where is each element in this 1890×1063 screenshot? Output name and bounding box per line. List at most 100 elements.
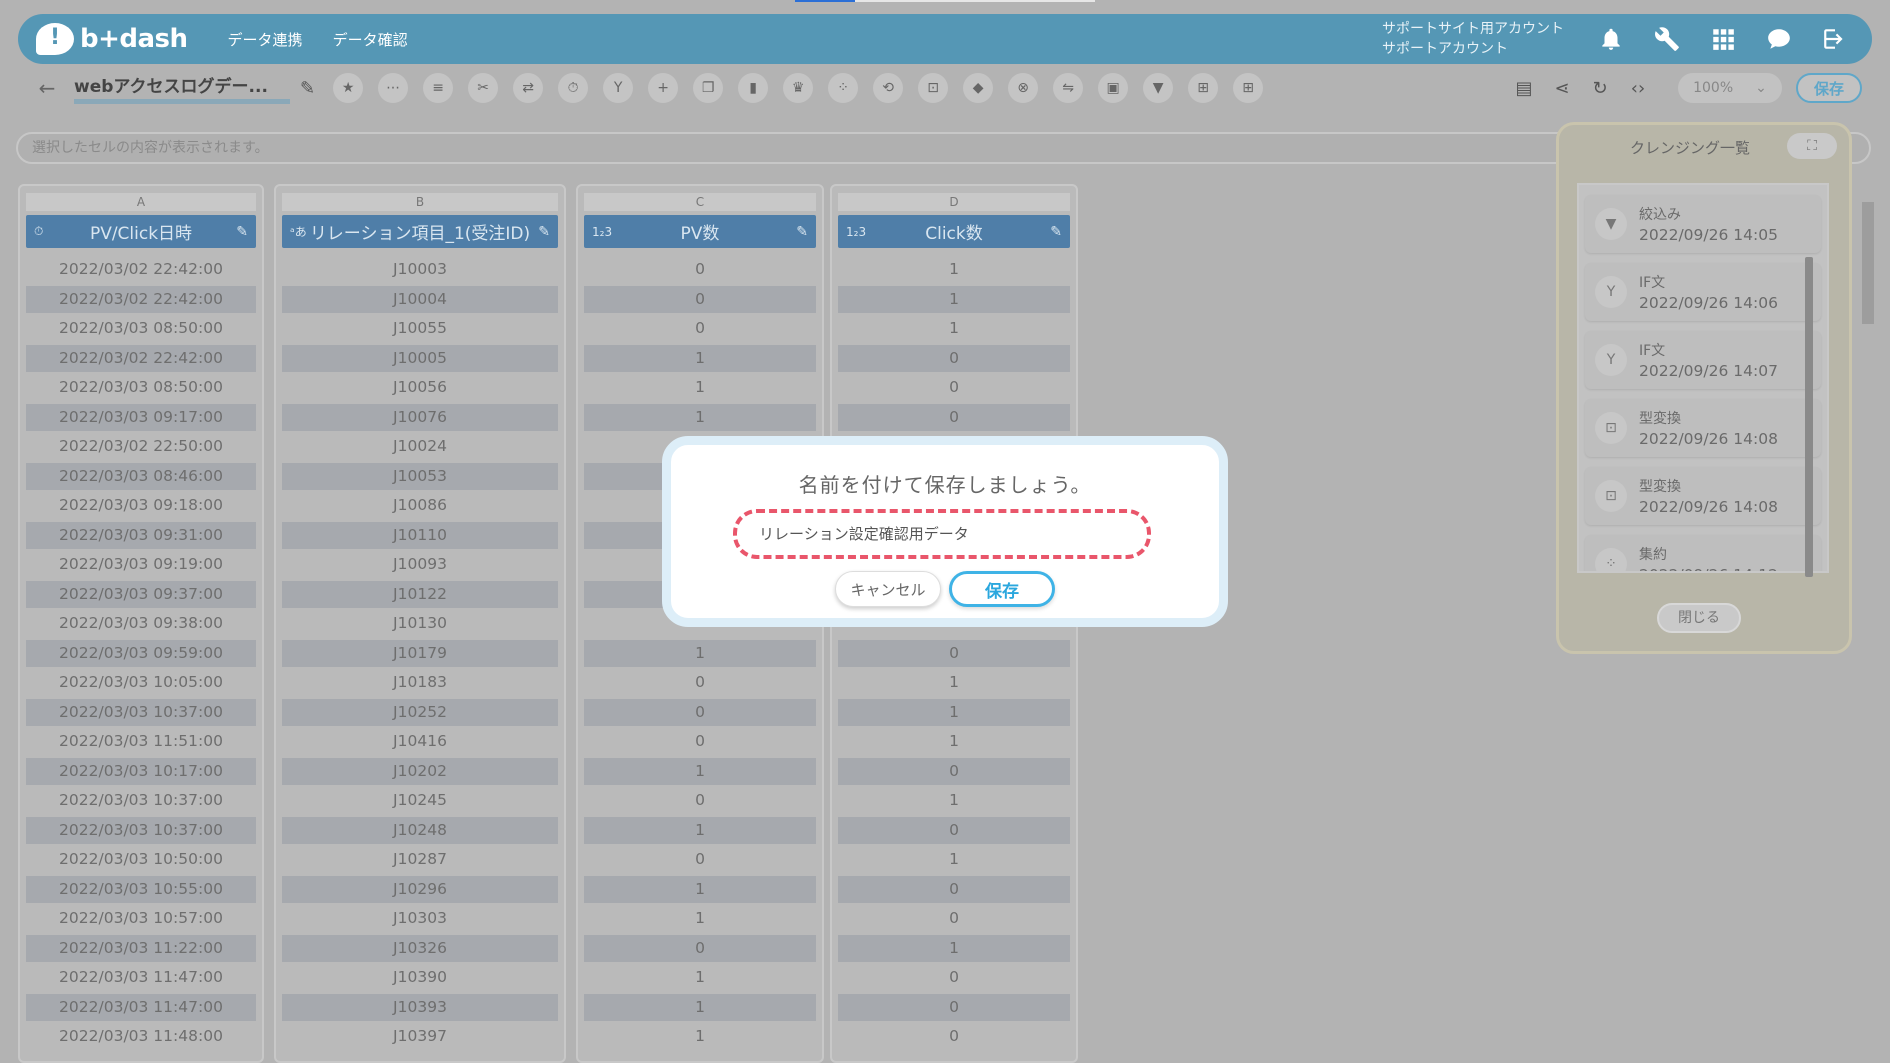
- table-cell[interactable]: 0: [838, 374, 1070, 401]
- filter-icon[interactable]: ▼: [1143, 73, 1174, 103]
- wrench-icon[interactable]: [1648, 20, 1686, 58]
- table-cell[interactable]: J10397: [282, 1023, 558, 1050]
- table-cell[interactable]: 0: [838, 1023, 1070, 1050]
- replace-icon[interactable]: ⇋: [1053, 73, 1084, 103]
- table-cell[interactable]: 1: [838, 846, 1070, 873]
- table-cell[interactable]: 1: [838, 315, 1070, 342]
- table-cell[interactable]: 0: [584, 669, 816, 696]
- table-cell[interactable]: 1: [838, 698, 1070, 726]
- table-cell[interactable]: 2022/03/03 08:46:00: [26, 462, 256, 490]
- table-cell[interactable]: J10024: [282, 433, 558, 460]
- table-cell[interactable]: 2022/03/03 09:18:00: [26, 492, 256, 519]
- table-cell[interactable]: 2022/03/03 10:37:00: [26, 698, 256, 726]
- account-info[interactable]: サポートサイト用アカウント サポートアカウント: [1382, 19, 1564, 59]
- dialog-cancel-button[interactable]: キャンセル: [835, 571, 941, 607]
- table-cell[interactable]: J10003: [282, 256, 558, 283]
- zoom-select[interactable]: 100% ⌄: [1678, 73, 1782, 103]
- table-cell[interactable]: 2022/03/03 08:50:00: [26, 315, 256, 342]
- edit-column-icon[interactable]: ✎: [538, 224, 550, 240]
- cleansing-item[interactable]: ⊡ 型変換 2022/09/26 14:08: [1585, 467, 1821, 525]
- table-cell[interactable]: J10303: [282, 905, 558, 932]
- app-logo[interactable]: b+dash: [36, 23, 188, 55]
- scrollbar-thumb[interactable]: [1862, 202, 1874, 324]
- share-icon[interactable]: ⋖: [1550, 76, 1574, 100]
- table-cell[interactable]: 2022/03/02 22:50:00: [26, 433, 256, 460]
- table-cell[interactable]: 1: [584, 374, 816, 401]
- table-cell[interactable]: J10122: [282, 580, 558, 608]
- table-cell[interactable]: 1: [838, 728, 1070, 755]
- back-button[interactable]: ←: [32, 76, 62, 100]
- column-header[interactable]: 1₂3 Click数 ✎: [838, 215, 1070, 248]
- table-cell[interactable]: J10005: [282, 344, 558, 372]
- table-cell[interactable]: 2022/03/03 08:50:00: [26, 374, 256, 401]
- table-cell[interactable]: 2022/03/03 11:47:00: [26, 993, 256, 1021]
- split-icon[interactable]: ⇄: [513, 73, 544, 103]
- table-cell[interactable]: 1: [838, 256, 1070, 283]
- table-cell[interactable]: 2022/03/03 09:19:00: [26, 551, 256, 578]
- copy-icon[interactable]: ❐: [693, 73, 724, 103]
- table-cell[interactable]: 2022/03/03 10:05:00: [26, 669, 256, 696]
- grid-select-icon[interactable]: ⊞: [1188, 73, 1219, 103]
- table-cell[interactable]: 2022/03/03 11:47:00: [26, 964, 256, 991]
- table-cell[interactable]: 2022/03/03 10:17:00: [26, 757, 256, 785]
- edit-column-icon[interactable]: ✎: [236, 224, 248, 240]
- table-cell[interactable]: J10287: [282, 846, 558, 873]
- column-letter[interactable]: B: [282, 193, 558, 211]
- cleansing-item[interactable]: Y IF文 2022/09/26 14:07: [1585, 331, 1821, 389]
- table-cell[interactable]: J10252: [282, 698, 558, 726]
- table-cell[interactable]: 0: [838, 757, 1070, 785]
- table-cell[interactable]: 2022/03/02 22:42:00: [26, 285, 256, 313]
- table-cell[interactable]: 2022/03/03 09:37:00: [26, 580, 256, 608]
- cleansing-item[interactable]: ▼ 絞込み 2022/09/26 14:05: [1585, 195, 1821, 253]
- table-cell[interactable]: 0: [838, 816, 1070, 844]
- column-header[interactable]: ⏱ PV/Click日時 ✎: [26, 215, 256, 248]
- table-cell[interactable]: J10202: [282, 757, 558, 785]
- table-cell[interactable]: 0: [584, 315, 816, 342]
- refresh-icon[interactable]: ↻: [1588, 76, 1612, 100]
- lock-convert-icon[interactable]: ⊡: [918, 73, 949, 103]
- panel-close-button[interactable]: 閉じる: [1657, 603, 1741, 633]
- table-cell[interactable]: J10248: [282, 816, 558, 844]
- save-button[interactable]: 保存: [1796, 73, 1862, 103]
- table-cell[interactable]: 1: [838, 787, 1070, 814]
- table-cell[interactable]: J10076: [282, 403, 558, 431]
- table-cell[interactable]: 2022/03/03 09:31:00: [26, 521, 256, 549]
- column-header[interactable]: ᵃあ リレーション項目_1(受注ID) ✎: [282, 215, 558, 248]
- table-cell[interactable]: J10296: [282, 875, 558, 903]
- table-cell[interactable]: 2022/03/03 10:50:00: [26, 846, 256, 873]
- table-cell[interactable]: J10053: [282, 462, 558, 490]
- frame-icon[interactable]: ▣: [1098, 73, 1129, 103]
- table-cell[interactable]: 2022/03/02 22:42:00: [26, 256, 256, 283]
- table-cell[interactable]: 2022/03/03 10:37:00: [26, 816, 256, 844]
- edit-column-icon[interactable]: ✎: [796, 224, 808, 240]
- table-cell[interactable]: 2022/03/02 22:42:00: [26, 344, 256, 372]
- table-cell[interactable]: 0: [584, 846, 816, 873]
- table-cell[interactable]: 2022/03/03 11:22:00: [26, 934, 256, 962]
- table-cell[interactable]: 0: [838, 964, 1070, 991]
- table-cell[interactable]: 2022/03/03 11:51:00: [26, 728, 256, 755]
- table-cell[interactable]: 2022/03/03 10:57:00: [26, 905, 256, 932]
- panel-scrollbar[interactable]: [1803, 191, 1815, 581]
- table-cell[interactable]: 1: [584, 1023, 816, 1050]
- nav-data-link[interactable]: データ連携: [228, 29, 303, 50]
- table-cell[interactable]: J10130: [282, 610, 558, 637]
- edit-column-icon[interactable]: ✎: [1050, 224, 1062, 240]
- table-cell[interactable]: J10326: [282, 934, 558, 962]
- cancel-circle-icon[interactable]: ⊗: [1008, 73, 1039, 103]
- vertical-scrollbar[interactable]: [1860, 190, 1876, 1063]
- table-cell[interactable]: 1: [584, 639, 816, 667]
- bell-icon[interactable]: [1592, 20, 1630, 58]
- table-cell[interactable]: J10056: [282, 374, 558, 401]
- table-cell[interactable]: J10183: [282, 669, 558, 696]
- table-cell[interactable]: J10393: [282, 993, 558, 1021]
- timer-icon[interactable]: ⏱: [558, 73, 589, 103]
- table-cell[interactable]: 0: [584, 256, 816, 283]
- panel-scrollbar-thumb[interactable]: [1805, 257, 1813, 577]
- add-icon[interactable]: +: [648, 73, 679, 103]
- table-cell[interactable]: 1: [584, 964, 816, 991]
- table-cell[interactable]: 0: [584, 285, 816, 313]
- cleansing-item[interactable]: ⊡ 型変換 2022/09/26 14:08: [1585, 399, 1821, 457]
- table-cell[interactable]: J10416: [282, 728, 558, 755]
- table-cell[interactable]: 0: [584, 698, 816, 726]
- table-cell[interactable]: 0: [838, 993, 1070, 1021]
